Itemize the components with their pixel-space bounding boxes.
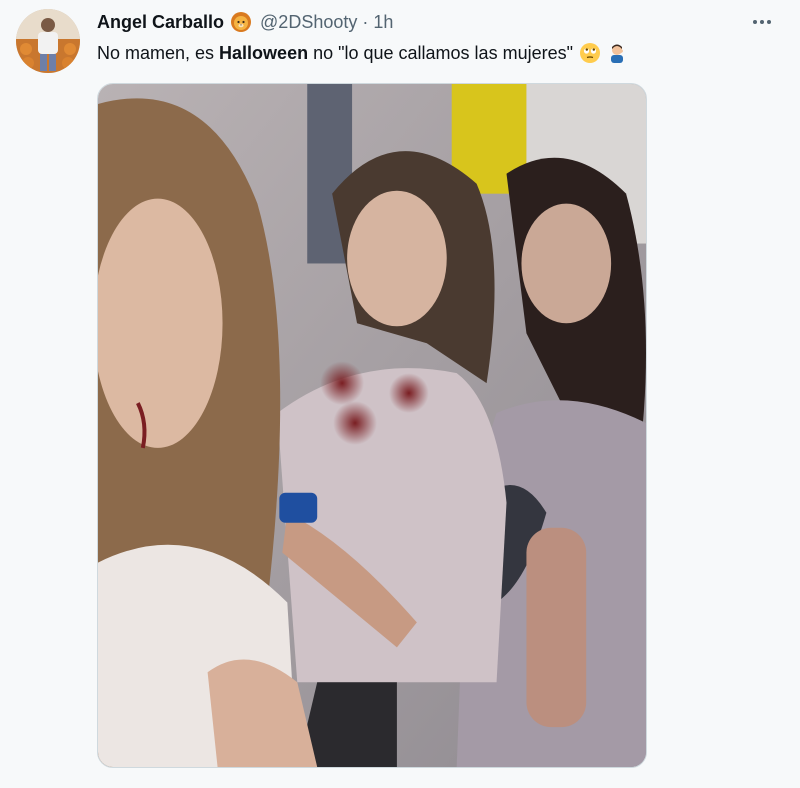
man-facepalming-icon xyxy=(607,42,629,64)
tweet-timestamp[interactable]: 1h xyxy=(373,12,393,33)
tweet-header: Angel Carballo @2DShooty · 1h xyxy=(97,10,393,34)
author-handle[interactable]: @2DShooty xyxy=(260,12,357,33)
author-display-name[interactable]: Angel Carballo xyxy=(97,12,224,33)
more-options-button[interactable] xyxy=(748,10,776,34)
tweet-text-bold: Halloween xyxy=(219,43,309,63)
tweet-photo[interactable] xyxy=(97,83,647,768)
separator-dot: · xyxy=(362,11,369,32)
tweet-card[interactable]: Angel Carballo @2DShooty · 1h No mamen, … xyxy=(0,0,800,788)
tweet-text-part1: No mamen, es xyxy=(97,43,220,63)
author-avatar[interactable] xyxy=(16,9,80,73)
more-horizontal-icon xyxy=(753,20,757,24)
rolling-eyes-icon xyxy=(579,42,601,64)
tweet-text-part2: no "lo que callamos las mujeres" xyxy=(308,43,573,63)
tweet-text: No mamen, es Halloween no "lo que callam… xyxy=(97,42,629,64)
lion-face-icon xyxy=(230,11,252,33)
